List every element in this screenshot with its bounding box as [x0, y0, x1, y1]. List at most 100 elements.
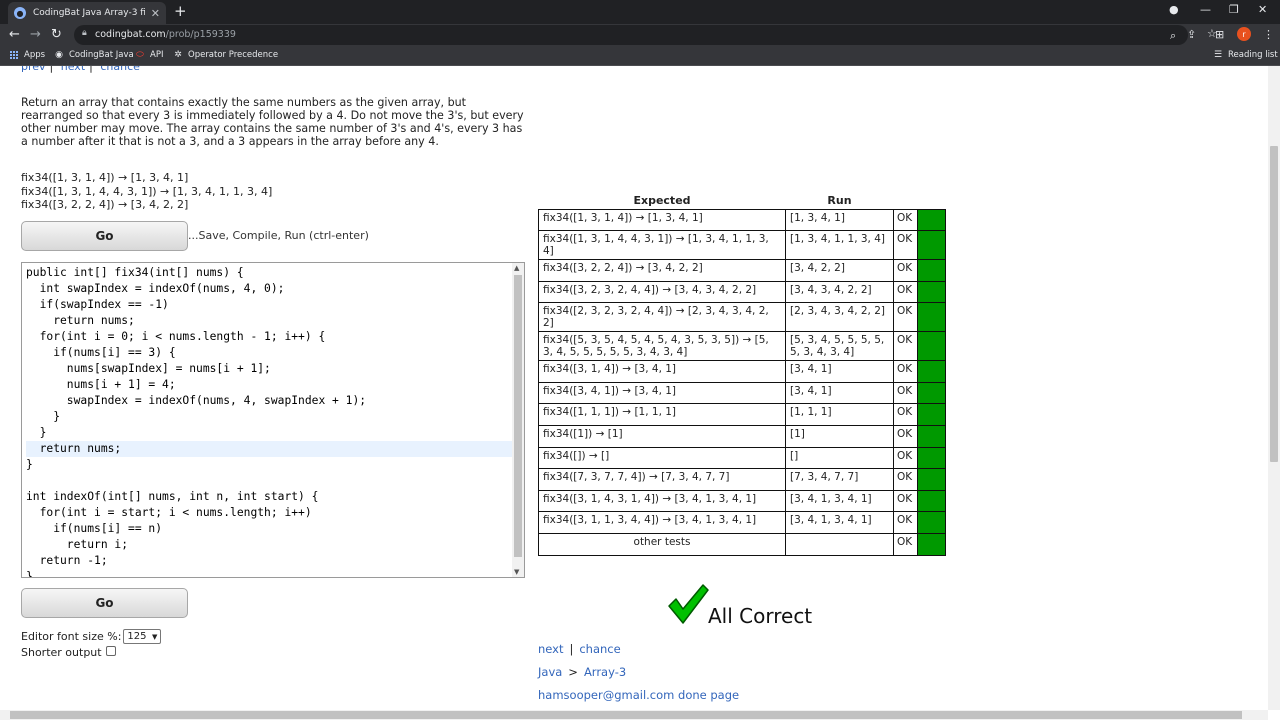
menu-kebab-icon[interactable]: ⋮: [1263, 28, 1274, 41]
bookmark-api[interactable]: ⬭ API: [135, 50, 163, 60]
result-row: fix34([1]) → [1] [1] OK: [538, 425, 946, 448]
apps-grid-icon: [10, 51, 18, 59]
zoom-icon[interactable]: ⌕: [1170, 29, 1176, 43]
editor-scrollbar[interactable]: ▲ ▼: [512, 263, 524, 577]
address-bar[interactable]: 🔒︎ codingbat.com/prob/p159339 ⌕ ⇪ ☆: [74, 25, 1217, 45]
close-tab-icon[interactable]: ✕: [151, 7, 160, 20]
code-line[interactable]: if(swapIndex == -1): [26, 297, 515, 313]
bookmark-operator-precedence[interactable]: ✲ Operator Precedence: [173, 50, 278, 60]
page-hscroll-thumb[interactable]: [10, 711, 1242, 719]
tab-title: CodingBat Java Array-3 fix34: [33, 8, 145, 18]
expected-cell: fix34([3, 4, 1]) → [3, 4, 1]: [538, 381, 786, 405]
shorter-output-label: Shorter output: [21, 646, 102, 659]
forward-icon[interactable]: →: [30, 27, 41, 43]
code-line[interactable]: }: [26, 569, 515, 577]
code-line[interactable]: if(nums[i] == n): [26, 521, 515, 537]
status-cell: OK: [893, 468, 918, 491]
maximize-icon[interactable]: ❐: [1229, 3, 1239, 16]
share-icon[interactable]: ⇪: [1187, 28, 1196, 41]
result-row: fix34([2, 3, 2, 3, 2, 4, 4]) → [2, 3, 4,…: [538, 302, 946, 333]
new-tab-button[interactable]: +: [174, 2, 187, 20]
go-button-top[interactable]: Go: [21, 221, 188, 251]
next-link[interactable]: next: [538, 642, 563, 656]
page-horizontal-scrollbar[interactable]: [0, 710, 1268, 720]
status-cell: OK: [893, 381, 918, 405]
code-line[interactable]: }: [26, 425, 515, 441]
close-window-icon[interactable]: ✕: [1258, 3, 1267, 16]
code-line[interactable]: nums[swapIndex] = nums[i + 1];: [26, 361, 515, 377]
code-line[interactable]: int indexOf(int[] nums, int n, int start…: [26, 489, 515, 505]
code-line[interactable]: public int[] fix34(int[] nums) {: [26, 265, 515, 281]
pass-indicator: [917, 533, 946, 556]
code-line[interactable]: int swapIndex = indexOf(nums, 4, 0);: [26, 281, 515, 297]
run-cell: [1]: [785, 425, 894, 448]
code-line[interactable]: nums[i + 1] = 4;: [26, 377, 515, 393]
status-cell: OK: [893, 302, 918, 333]
run-header: Run: [827, 194, 852, 208]
reading-list[interactable]: ☰ Reading list: [1213, 50, 1278, 60]
reload-icon[interactable]: ↻: [51, 27, 62, 43]
browser-tab[interactable]: ● CodingBat Java Array-3 fix34 ✕: [8, 2, 166, 24]
run-cell: [1, 3, 4, 1, 1, 3, 4]: [785, 230, 894, 261]
run-cell: [3, 4, 1, 3, 4, 1]: [785, 489, 894, 513]
font-size-select[interactable]: 125 ▼: [123, 629, 162, 644]
oracle-icon: ⬭: [136, 50, 144, 60]
code-editor[interactable]: public int[] fix34(int[] nums) { int swa…: [21, 262, 525, 578]
expected-cell: fix34([1, 3, 1, 4]) → [1, 3, 4, 1]: [538, 208, 786, 232]
result-row: fix34([3, 1, 1, 3, 4, 4]) → [3, 4, 1, 3,…: [538, 511, 946, 535]
done-page-link[interactable]: done page: [678, 688, 739, 702]
code-line[interactable]: }: [26, 457, 515, 473]
expected-cell: fix34([3, 1, 4, 3, 1, 4]) → [3, 4, 1, 3,…: [538, 489, 786, 513]
extensions-icon[interactable]: ⊞: [1215, 28, 1224, 41]
scroll-up-icon[interactable]: ▲: [514, 264, 519, 272]
expected-cell: fix34([3, 1, 1, 3, 4, 4]) → [3, 4, 1, 3,…: [538, 511, 786, 535]
run-cell: [3, 4, 1]: [785, 360, 894, 383]
bookmark-apps[interactable]: Apps: [10, 50, 45, 60]
minimize-icon[interactable]: —: [1200, 3, 1211, 16]
chance-link[interactable]: chance: [100, 66, 140, 73]
go-button-bottom[interactable]: Go: [21, 588, 188, 618]
code-line[interactable]: return i;: [26, 537, 515, 553]
next-link[interactable]: next: [61, 66, 85, 73]
bottom-nav-links: next | chance: [538, 642, 621, 656]
expected-cell: fix34([3, 2, 2, 4]) → [3, 4, 2, 2]: [538, 259, 786, 282]
page-vertical-scrollbar[interactable]: [1268, 66, 1280, 710]
font-size-label: Editor font size %:: [21, 630, 122, 643]
code-line[interactable]: for(int i = start; i < nums.length; i++): [26, 505, 515, 521]
code-line[interactable]: return -1;: [26, 553, 515, 569]
breadcrumb-array-3[interactable]: Array-3: [584, 665, 626, 679]
code-line[interactable]: [26, 473, 515, 489]
scroll-down-icon[interactable]: ▼: [514, 568, 519, 576]
pass-indicator: [917, 230, 946, 261]
result-row: fix34([3, 2, 3, 2, 4, 4]) → [3, 4, 3, 4,…: [538, 280, 946, 304]
back-icon[interactable]: ←: [9, 27, 20, 43]
breadcrumb-java[interactable]: Java: [538, 665, 562, 679]
pass-indicator: [917, 446, 946, 470]
all-correct-text: All Correct: [708, 604, 813, 628]
run-cell: [3, 4, 1]: [785, 381, 894, 405]
code-line[interactable]: }: [26, 409, 515, 425]
account-email-link[interactable]: hamsooper@gmail.com: [538, 688, 674, 702]
shorter-output-checkbox[interactable]: [105, 645, 116, 656]
expected-cell: fix34([1]) → [1]: [538, 425, 786, 448]
status-cell: OK: [893, 331, 918, 362]
code-line[interactable]: if(nums[i] == 3) {: [26, 345, 515, 361]
result-row: fix34([5, 3, 5, 4, 5, 4, 5, 4, 3, 5, 3, …: [538, 331, 946, 362]
pass-indicator: [917, 208, 946, 232]
media-control-icon[interactable]: ●: [1169, 3, 1179, 16]
pass-indicator: [917, 468, 946, 491]
code-line[interactable]: swapIndex = indexOf(nums, 4, swapIndex +…: [26, 393, 515, 409]
editor-scroll-thumb[interactable]: [514, 275, 522, 557]
code-line[interactable]: return nums;: [26, 441, 515, 457]
code-line[interactable]: return nums;: [26, 313, 515, 329]
code-line[interactable]: for(int i = 0; i < nums.length - 1; i++)…: [26, 329, 515, 345]
code-area[interactable]: public int[] fix34(int[] nums) { int swa…: [26, 265, 515, 577]
bookmark-codingbat-java[interactable]: ◉ CodingBat Java: [54, 50, 134, 60]
page-content: prev | next | chance Return an array that …: [0, 66, 1268, 710]
prev-link[interactable]: prev: [21, 66, 46, 73]
profile-avatar[interactable]: r: [1237, 27, 1251, 41]
page-scroll-thumb[interactable]: [1270, 146, 1278, 462]
chance-link[interactable]: chance: [579, 642, 620, 656]
status-cell: OK: [893, 489, 918, 513]
status-cell: OK: [893, 259, 918, 282]
